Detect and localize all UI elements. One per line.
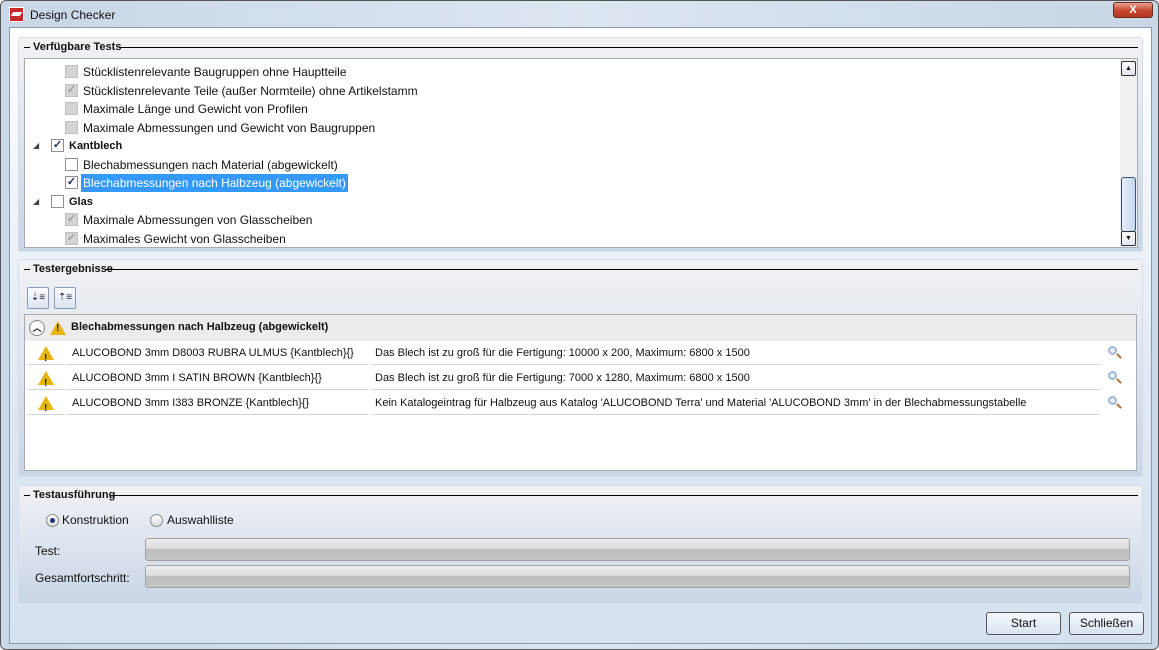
checkbox[interactable]: ✓ bbox=[65, 176, 78, 189]
title-bar: Design Checker X bbox=[1, 1, 1158, 27]
tree-item[interactable]: ✓ Maximales Gewicht von Glasscheiben bbox=[25, 230, 1115, 248]
zoom-to-object-icon[interactable] bbox=[1108, 346, 1117, 355]
checkbox[interactable] bbox=[51, 194, 64, 208]
tree-item-label: Stücklistenrelevante Baugruppen ohne Hau… bbox=[83, 65, 347, 79]
tree-item[interactable]: ✓ Stücklistenrelevante Teile (außer Normt… bbox=[25, 82, 1115, 100]
radio-construction-label: Konstruktion bbox=[62, 513, 129, 527]
tree-item-label: Maximale Länge und Gewicht von Profilen bbox=[83, 102, 308, 116]
warning-icon bbox=[38, 371, 54, 389]
close-button[interactable]: Schließen bbox=[1069, 612, 1144, 635]
scroll-down-button[interactable]: ▼ bbox=[1121, 231, 1136, 246]
design-checker-window: Design Checker X Verfügbare Tests ✓ Maxim… bbox=[0, 0, 1159, 650]
checkbox[interactable] bbox=[65, 65, 78, 78]
tree-item-label: Blechabmessungen nach Halbzeug (abgewick… bbox=[81, 174, 348, 192]
warning-icon bbox=[50, 321, 66, 335]
start-button[interactable]: Start bbox=[986, 612, 1061, 635]
checkbox[interactable]: ✓ bbox=[65, 213, 78, 226]
zoom-to-object-icon[interactable] bbox=[1108, 396, 1117, 405]
app-icon bbox=[9, 7, 24, 22]
result-message: Das Blech ist zu groß für die Fertigung:… bbox=[372, 367, 1100, 390]
checkbox[interactable]: ✓ bbox=[51, 139, 64, 152]
checkbox[interactable]: ✓ bbox=[65, 231, 78, 245]
tree-item[interactable]: Maximale Länge und Gewicht von Profilen bbox=[25, 100, 1115, 118]
radio-selection-list[interactable] bbox=[150, 514, 163, 527]
scrollbar-thumb[interactable] bbox=[1121, 177, 1136, 232]
result-group-header[interactable]: ︿ Blechabmessungen nach Halbzeug (abgewi… bbox=[25, 315, 1136, 341]
tree-item[interactable]: ✓ Blechabmessungen nach Halbzeug (abgewic… bbox=[25, 174, 1115, 192]
result-row[interactable]: ALUCOBOND 3mm D8003 RUBRA ULMUS {Kantble… bbox=[25, 342, 1136, 367]
test-progress-bar bbox=[145, 538, 1130, 561]
result-object: ALUCOBOND 3mm D8003 RUBRA ULMUS {Kantble… bbox=[67, 342, 369, 365]
tree-item[interactable]: ✓ Maximale Abmessungen von Glasscheiben bbox=[25, 211, 1115, 229]
test-progress-label: Test: bbox=[35, 544, 61, 558]
tree-item-label: Kantblech bbox=[69, 140, 123, 152]
checkbox[interactable] bbox=[65, 157, 78, 171]
test-execution-panel: Testausführung Konstruktion Auswahlliste… bbox=[18, 485, 1143, 604]
expand-all-button[interactable]: ⇣≡ bbox=[27, 287, 49, 309]
warning-icon bbox=[38, 396, 54, 414]
tree-item-label: Maximales Gewicht von Glasscheiben bbox=[83, 231, 286, 246]
tree-item[interactable]: Stücklistenrelevante Baugruppen ohne Hau… bbox=[25, 63, 1115, 81]
tree-item-label: Maximale Abmessungen und Gewicht von Bau… bbox=[83, 120, 376, 135]
radio-construction[interactable] bbox=[46, 514, 59, 527]
window-title: Design Checker bbox=[30, 8, 116, 22]
results-list: ︿ Blechabmessungen nach Halbzeug (abgewi… bbox=[24, 314, 1137, 471]
collapse-group-icon[interactable]: ︿ bbox=[29, 320, 45, 336]
result-row[interactable]: ALUCOBOND 3mm I SATIN BROWN {Kantblech}{… bbox=[25, 367, 1136, 392]
checkbox[interactable] bbox=[65, 102, 78, 115]
warning-icon bbox=[38, 346, 54, 364]
tree-group-kantblech[interactable]: ◢ ✓ Kantblech bbox=[25, 137, 1115, 155]
scroll-up-button[interactable]: ▲ bbox=[1121, 61, 1136, 76]
total-progress-label: Gesamtfortschritt: bbox=[35, 571, 130, 585]
result-message: Kein Katalogeintrag für Halbzeug aus Kat… bbox=[372, 392, 1100, 415]
tree-item-label: Glas bbox=[69, 195, 93, 208]
result-object: ALUCOBOND 3mm I SATIN BROWN {Kantblech}{… bbox=[67, 367, 369, 390]
checkbox[interactable]: ✓ bbox=[65, 83, 78, 97]
dialog-client: Verfügbare Tests ✓ Maximales Gewicht von … bbox=[9, 27, 1152, 644]
tree-item-label: Maximale Abmessungen von Glasscheiben bbox=[83, 213, 313, 227]
available-tests-panel: Verfügbare Tests ✓ Maximales Gewicht von … bbox=[18, 37, 1143, 252]
tree-item-label: Blechabmessungen nach Material (abgewick… bbox=[83, 157, 338, 172]
tree-item[interactable]: Maximale Abmessungen und Gewicht von Bau… bbox=[25, 119, 1115, 137]
collapse-all-button[interactable]: ⇡≡ bbox=[54, 287, 76, 309]
tests-tree: ✓ Maximales Gewicht von Glasscheiben ✓ Maxi… bbox=[24, 58, 1138, 248]
radio-selection-list-label: Auswahlliste bbox=[167, 513, 234, 527]
zoom-to-object-icon[interactable] bbox=[1108, 371, 1117, 380]
close-window-button[interactable]: X bbox=[1113, 2, 1153, 18]
result-group-title: Blechabmessungen nach Halbzeug (abgewick… bbox=[71, 321, 329, 333]
test-results-panel: Testergebnisse ⇣≡ ⇡≡ ︿ Blechabmessungen … bbox=[18, 259, 1143, 477]
result-row[interactable]: ALUCOBOND 3mm I383 BRONZE {Kantblech}{} … bbox=[25, 392, 1136, 417]
expand-arrow-icon[interactable]: ◢ bbox=[33, 137, 39, 155]
checkbox[interactable] bbox=[65, 120, 78, 134]
test-execution-title: Testausführung bbox=[33, 489, 116, 501]
expand-arrow-icon[interactable]: ◢ bbox=[33, 193, 39, 211]
available-tests-title: Verfügbare Tests bbox=[33, 41, 122, 53]
result-message: Das Blech ist zu groß für die Fertigung:… bbox=[372, 342, 1100, 365]
total-progress-bar bbox=[145, 565, 1130, 588]
tree-scrollbar[interactable]: ▲ ▼ bbox=[1120, 59, 1137, 247]
test-results-title: Testergebnisse bbox=[33, 263, 113, 275]
tree-group-glas[interactable]: ◢ Glas bbox=[25, 193, 1115, 211]
result-object: ALUCOBOND 3mm I383 BRONZE {Kantblech}{} bbox=[67, 392, 369, 415]
tree-item-label: Stücklistenrelevante Teile (außer Normte… bbox=[83, 83, 418, 98]
tree-item[interactable]: Blechabmessungen nach Material (abgewick… bbox=[25, 156, 1115, 174]
